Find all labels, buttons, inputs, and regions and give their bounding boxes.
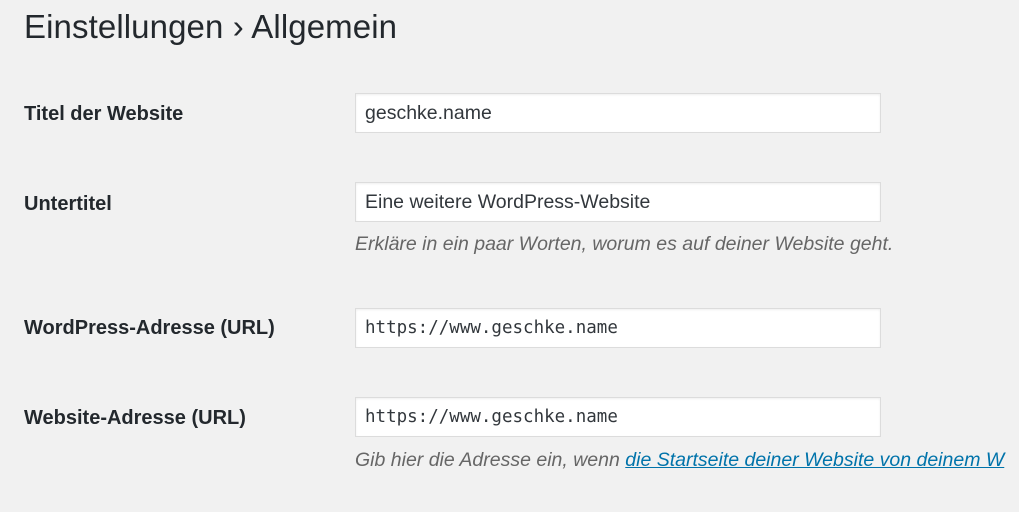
tagline-description: Erkläre in ein paar Worten, worum es auf… — [355, 233, 894, 255]
wordpress-address-input[interactable] — [355, 308, 881, 348]
site-title-input[interactable] — [355, 93, 881, 133]
front-page-help-link[interactable]: die Startseite deiner Website von deinem… — [625, 449, 1004, 471]
site-title-label: Titel der Website — [24, 103, 184, 125]
general-settings-page: Einstellungen › Allgemein Titel der Webs… — [0, 0, 1019, 512]
tagline-label: Untertitel — [24, 193, 112, 215]
site-address-input[interactable] — [355, 397, 881, 437]
breadcrumb-separator: › — [232, 8, 244, 45]
site-address-description: Gib hier die Adresse ein, wenn die Start… — [355, 449, 1004, 472]
breadcrumb-section: Einstellungen — [24, 8, 224, 45]
breadcrumb-page: Allgemein — [251, 8, 398, 45]
wordpress-address-label: WordPress-Adresse (URL) — [24, 317, 275, 339]
tagline-input[interactable] — [355, 182, 881, 222]
site-address-description-text: Gib hier die Adresse ein, wenn — [355, 449, 626, 471]
site-address-label: Website-Adresse (URL) — [24, 407, 246, 429]
page-title: Einstellungen › Allgemein — [24, 8, 397, 46]
